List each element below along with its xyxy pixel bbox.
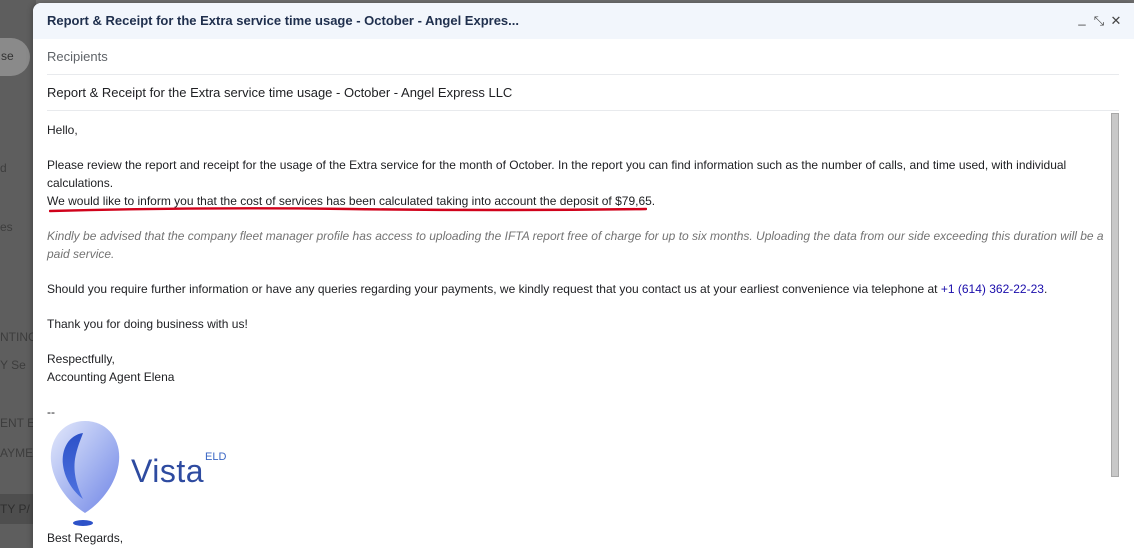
ifta-notice: Kindly be advised that the company fleet… (47, 229, 1104, 261)
minimize-icon[interactable]: _ (1074, 10, 1090, 28)
recipients-placeholder: Recipients (47, 49, 108, 64)
phone-link[interactable]: +1 (614) 362-22-23 (941, 282, 1044, 296)
closing-line: Respectfully, (47, 352, 115, 366)
background-compose-pill: se (0, 38, 30, 76)
bg-label-4: Y Se (0, 358, 26, 372)
contact-end: . (1043, 282, 1048, 296)
best-regards: Best Regards, (47, 531, 124, 545)
close-icon[interactable]: ✕ (1108, 12, 1124, 30)
contact-text: Should you require further information o… (47, 282, 941, 296)
contact-paragraph: Should you require further information o… (47, 280, 1107, 298)
bg-label-7: TY P/ (0, 502, 30, 516)
bg-label-2: es (0, 220, 13, 234)
compose-title: Report & Receipt for the Extra service t… (47, 13, 519, 28)
background-sidebar: se d es NTING Y Se ENT E AYMEN TY P/ (0, 0, 36, 548)
subject-text: Report & Receipt for the Extra service t… (47, 85, 513, 100)
thanks-line: Thank you for doing business with us! (47, 317, 248, 331)
bg-label-1: d (0, 161, 7, 175)
bg-label-6: AYMEN (0, 446, 36, 460)
subject-field[interactable]: Report & Receipt for the Extra service t… (47, 75, 1119, 111)
scrollbar[interactable] (1111, 113, 1119, 477)
vista-logo: Vista ELD (47, 417, 247, 529)
bg-label-5: ENT E (0, 416, 36, 430)
recipients-field[interactable]: Recipients (47, 39, 1119, 75)
logo-word: Vista (131, 453, 205, 489)
greeting: Hello, (47, 123, 78, 137)
report-paragraph: Please review the report and receipt for… (47, 158, 1067, 190)
compose-window: Report & Receipt for the Extra service t… (33, 3, 1134, 548)
bg-label-3: NTING (0, 330, 36, 344)
compose-titlebar[interactable]: Report & Receipt for the Extra service t… (33, 3, 1134, 39)
bg-label-0: se (1, 49, 14, 63)
background-band: TY P/ (0, 494, 36, 524)
logo-superscript: ELD (205, 451, 227, 463)
red-underline-annotation (49, 207, 647, 213)
signer-name: Accounting Agent Elena (47, 370, 175, 384)
exit-fullscreen-icon[interactable]: ⤡ (1091, 12, 1107, 30)
location-pin-icon (50, 421, 120, 526)
